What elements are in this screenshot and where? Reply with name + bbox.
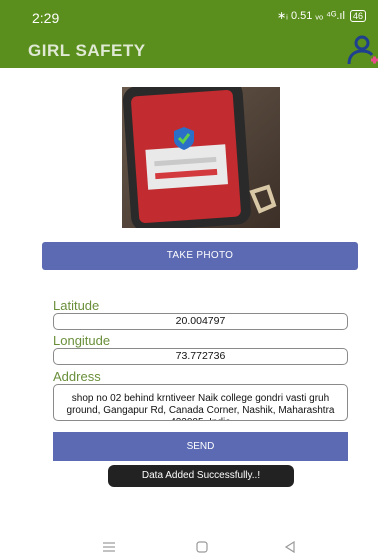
- battery-icon: 46: [349, 10, 366, 22]
- address-label: Address: [53, 369, 101, 384]
- menu-icon[interactable]: [102, 540, 116, 554]
- address-field[interactable]: shop no 02 behind krntiveer Naik college…: [53, 384, 348, 421]
- longitude-field[interactable]: 73.772736: [53, 348, 348, 365]
- toast-message: Data Added Successfully..!: [108, 465, 294, 487]
- status-indicators-text: ∗ᵢ 0.51 ᵥₒ ⁴ᴳ.ıl: [276, 10, 345, 22]
- status-indicators: ∗ᵢ 0.51 ᵥₒ ⁴ᴳ.ıl 46: [277, 9, 366, 22]
- app-bar: GIRL SAFETY: [0, 30, 378, 68]
- navigation-bar: [0, 540, 378, 560]
- user-add-icon[interactable]: [344, 34, 378, 66]
- captured-photo: [122, 87, 280, 228]
- latitude-label: Latitude: [53, 298, 100, 313]
- latitude-field[interactable]: 20.004797: [53, 313, 348, 330]
- app-title: GIRL SAFETY: [28, 41, 146, 60]
- send-button[interactable]: SEND: [53, 432, 348, 461]
- home-icon[interactable]: [195, 540, 209, 554]
- back-icon[interactable]: [283, 540, 297, 554]
- take-photo-button[interactable]: TAKE PHOTO: [42, 242, 358, 270]
- longitude-label: Longitude: [53, 333, 111, 348]
- status-bar: 2:29 ∗ᵢ 0.51 ᵥₒ ⁴ᴳ.ıl 46: [0, 0, 378, 30]
- status-time: 2:29: [32, 10, 60, 26]
